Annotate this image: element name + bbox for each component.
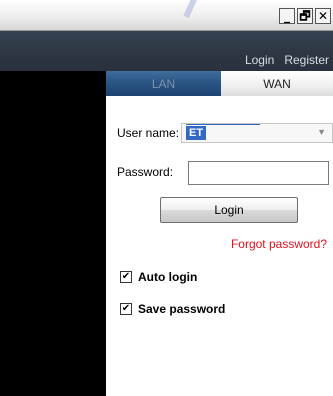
- login-button[interactable]: Login: [160, 197, 298, 223]
- tab-lan[interactable]: LAN: [106, 71, 221, 96]
- tab-wan[interactable]: WAN: [221, 71, 333, 96]
- auto-login-checkbox[interactable]: ✔ Auto login: [120, 270, 197, 284]
- check-icon[interactable]: ✔: [120, 303, 132, 315]
- title-bar-graphic: [183, 0, 199, 19]
- tab-bar: LAN WAN: [106, 71, 333, 96]
- header-bar: Login Register: [0, 31, 333, 71]
- window-controls: _ 🗗 ✕: [279, 8, 331, 24]
- auto-login-label: Auto login: [138, 270, 198, 284]
- username-combobox[interactable]: ET ▼: [181, 123, 333, 143]
- username-label: User name:: [117, 126, 180, 140]
- left-panel: [0, 71, 106, 396]
- password-label: Password:: [117, 165, 174, 179]
- password-field[interactable]: [188, 161, 329, 185]
- check-icon[interactable]: ✔: [120, 271, 132, 283]
- save-password-checkbox[interactable]: ✔ Save password: [120, 302, 225, 316]
- header-links: Login Register: [245, 53, 329, 67]
- restore-button[interactable]: 🗗: [297, 8, 313, 24]
- chevron-down-icon[interactable]: ▼: [317, 127, 326, 137]
- forgot-password-link[interactable]: Forgot password?: [231, 237, 327, 251]
- login-panel: LAN WAN User name: ET ▼ Password: Login …: [106, 71, 333, 396]
- close-button[interactable]: ✕: [315, 8, 331, 24]
- text-cursor: [186, 124, 260, 125]
- minimize-button[interactable]: _: [279, 8, 295, 24]
- username-value: ET: [186, 126, 207, 140]
- login-link[interactable]: Login: [245, 53, 274, 67]
- title-bar: _ 🗗 ✕: [0, 0, 333, 31]
- save-password-label: Save password: [138, 302, 226, 316]
- register-link[interactable]: Register: [284, 53, 329, 67]
